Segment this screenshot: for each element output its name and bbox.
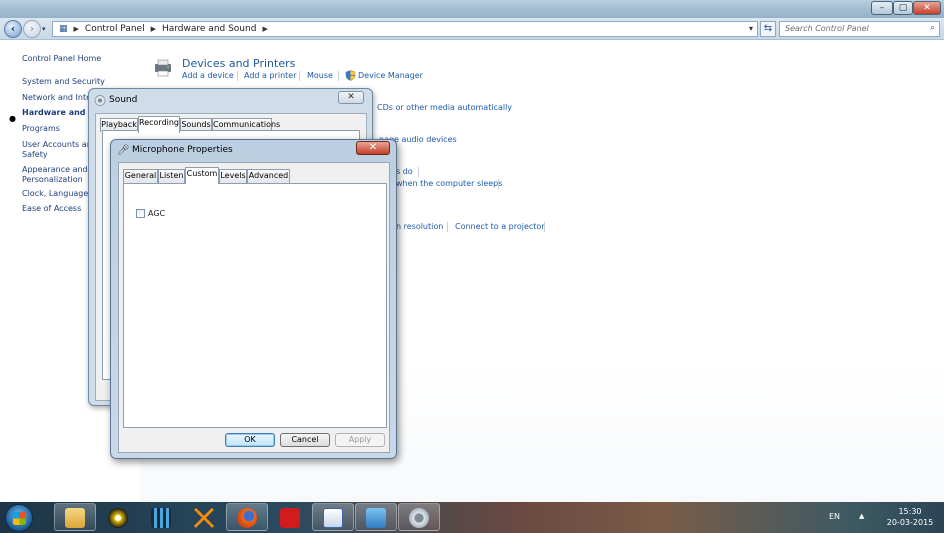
devices-and-printers-heading[interactable]: Devices and Printers: [182, 57, 295, 70]
windows-logo-icon: [13, 512, 26, 525]
link-separator: [299, 71, 300, 81]
breadcrumb-separator-icon[interactable]: ▶: [262, 25, 267, 33]
agc-checkbox[interactable]: [136, 209, 145, 218]
show-hidden-icons-icon[interactable]: ▲: [859, 512, 864, 520]
breadcrumb-separator-icon[interactable]: ▶: [151, 25, 156, 33]
breadcrumb-hardware-and-sound[interactable]: Hardware and Sound: [162, 24, 256, 34]
film-icon: [151, 508, 171, 528]
language-indicator[interactable]: EN: [829, 512, 840, 521]
device-manager-link[interactable]: Device Manager: [358, 71, 423, 80]
sound-dialog-title: Sound: [109, 95, 138, 105]
start-button[interactable]: [5, 504, 33, 532]
mic-dialog-body: General Listen Custom Levels Advanced AG…: [118, 162, 390, 453]
clock-date: 20-03-2015: [886, 518, 934, 527]
search-input[interactable]: Search Control Panel ⌕: [779, 21, 940, 37]
nav-system-and-security[interactable]: System and Security: [22, 77, 132, 87]
tab-recording[interactable]: Recording: [138, 116, 180, 133]
pdf-icon: [280, 508, 300, 528]
disc-app-icon: [108, 508, 128, 528]
breadcrumb-separator-icon[interactable]: ▶: [74, 25, 79, 33]
current-item-bullet-icon: ●: [9, 114, 16, 123]
mouse-link[interactable]: Mouse: [307, 71, 333, 80]
maximize-button[interactable]: ▢: [893, 1, 913, 15]
connect-projector-link[interactable]: Connect to a projector: [455, 222, 545, 231]
clock[interactable]: 15:30 20-03-2015: [886, 506, 934, 528]
mic-dialog-title: Microphone Properties: [132, 145, 233, 155]
cancel-button[interactable]: Cancel: [280, 433, 330, 447]
tab-general[interactable]: General: [123, 169, 158, 183]
computer-sleeps-link[interactable]: when the computer sleeps: [396, 179, 502, 188]
breadcrumb-control-panel[interactable]: Control Panel: [85, 24, 145, 34]
address-bar[interactable]: ▦ ▶ Control Panel ▶ Hardware and Sound ▶…: [52, 21, 758, 37]
devices-and-printers-icon: [152, 58, 176, 78]
tab-advanced[interactable]: Advanced: [247, 169, 290, 183]
folder-icon: [65, 508, 85, 528]
word-document-icon: [323, 508, 343, 528]
speaker-icon: [94, 95, 106, 106]
recent-pages-dropdown[interactable]: ▾: [42, 25, 46, 33]
tab-levels[interactable]: Levels: [219, 169, 247, 183]
forward-button[interactable]: ›: [23, 20, 41, 38]
control-panel-icon: ▦: [59, 24, 68, 34]
link-separator: [447, 222, 448, 232]
clock-time: 15:30: [898, 507, 922, 516]
microphone-properties-dialog: 🎤︎ Microphone Properties ✕ General Liste…: [110, 139, 397, 459]
window-titlebar: – ▢ ✕: [0, 0, 944, 18]
tab-listen[interactable]: Listen: [158, 169, 185, 183]
search-icon[interactable]: ⌕: [930, 23, 935, 33]
taskbar-app-3[interactable]: [140, 503, 182, 531]
shield-icon: [345, 70, 356, 81]
autoplay-cds-link[interactable]: CDs or other media automatically: [377, 103, 512, 112]
mic-close-button[interactable]: ✕: [356, 141, 390, 155]
taskbar-app-2[interactable]: [97, 503, 139, 531]
window-close-button[interactable]: ✕: [913, 1, 941, 15]
navigation-bar: ‹ › ▾ ▦ ▶ Control Panel ▶ Hardware and S…: [0, 18, 944, 40]
ok-button[interactable]: OK: [225, 433, 275, 447]
screen-resolution-link[interactable]: n resolution: [396, 222, 443, 231]
tab-custom[interactable]: Custom: [185, 167, 219, 184]
link-separator: [498, 179, 499, 189]
add-printer-link[interactable]: Add a printer: [244, 71, 296, 80]
control-panel-icon: [366, 508, 386, 528]
microphone-icon: 🎤︎: [117, 145, 130, 156]
power-buttons-link[interactable]: s do: [396, 167, 413, 176]
agc-label[interactable]: AGC: [148, 209, 165, 218]
speaker-icon: [409, 508, 429, 528]
address-dropdown-icon[interactable]: ▾: [749, 24, 753, 33]
taskbar-word[interactable]: [312, 503, 354, 531]
taskbar-vlc[interactable]: [183, 503, 225, 531]
link-separator: [418, 167, 419, 177]
link-separator: [338, 71, 339, 81]
taskbar: EN ▲ 15:30 20-03-2015: [0, 502, 944, 533]
link-separator: [237, 71, 238, 81]
agc-option[interactable]: AGC: [136, 209, 165, 218]
apply-button[interactable]: Apply: [335, 433, 385, 447]
link-separator: [544, 222, 545, 232]
taskbar-acrobat[interactable]: [269, 503, 311, 531]
firefox-icon: [237, 508, 257, 528]
refresh-button[interactable]: ⇆: [760, 21, 776, 37]
back-button[interactable]: ‹: [4, 20, 22, 38]
taskbar-firefox[interactable]: [226, 503, 268, 531]
custom-panel: AGC: [123, 183, 387, 428]
minimize-button[interactable]: –: [871, 1, 893, 15]
add-device-link[interactable]: Add a device: [182, 71, 234, 80]
sound-close-button[interactable]: ✕: [338, 91, 364, 104]
system-tray: EN ▲ 15:30 20-03-2015: [824, 502, 944, 533]
traffic-cone-icon: [194, 508, 214, 528]
search-placeholder: Search Control Panel: [785, 24, 869, 33]
taskbar-control-panel[interactable]: [355, 503, 397, 531]
taskbar-explorer[interactable]: [54, 503, 96, 531]
nav-control-panel-home[interactable]: Control Panel Home: [22, 54, 132, 64]
taskbar-sound[interactable]: [398, 503, 440, 531]
